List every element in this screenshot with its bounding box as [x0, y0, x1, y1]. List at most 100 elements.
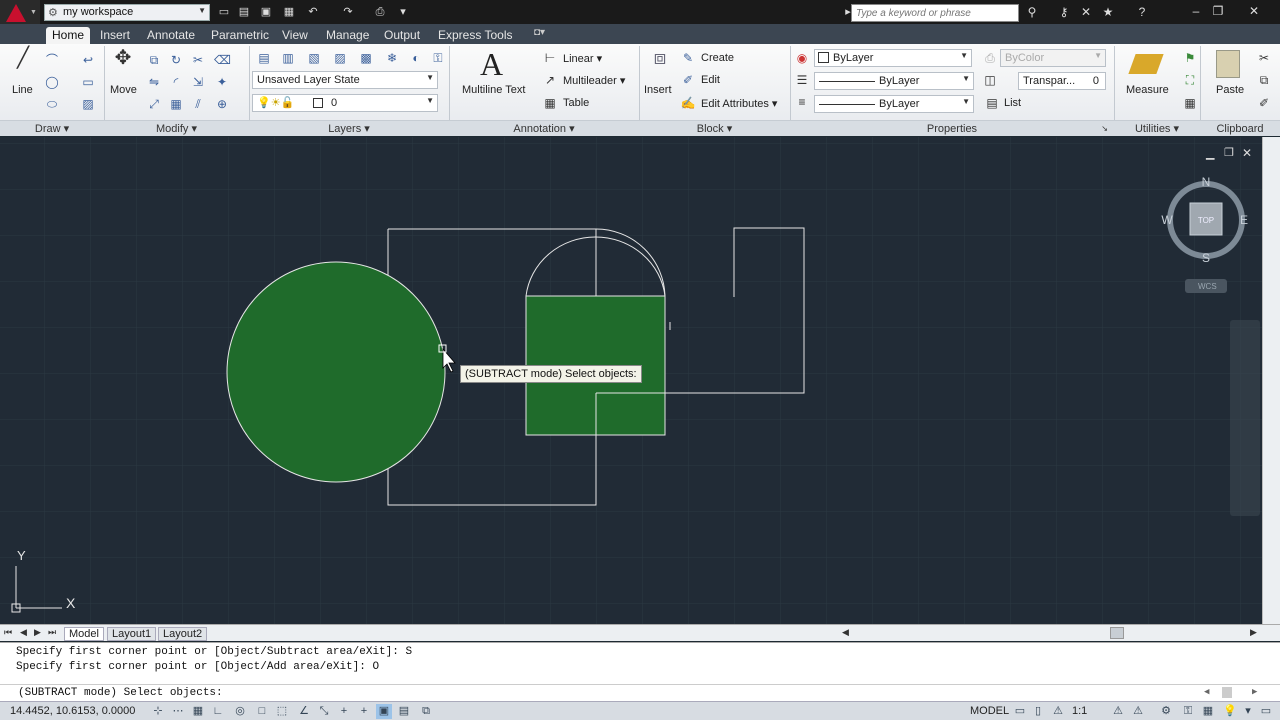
layers-panel-title[interactable]: Layers ▾	[249, 120, 449, 136]
array-icon[interactable]: ▦	[168, 96, 184, 112]
quick-view-layouts-icon[interactable]: ▭	[1012, 704, 1028, 719]
hatch-icon[interactable]: ▨	[80, 96, 96, 112]
auto-scale-icon[interactable]: ⚠	[1130, 704, 1146, 719]
cursor-coordinates[interactable]: 14.4452, 10.6153, 0.0000	[10, 705, 135, 717]
current-layer-dropdown[interactable]: 💡☀🔓 0 ▼	[252, 94, 438, 112]
ducs-icon[interactable]: ⤡	[316, 704, 332, 719]
open-file-icon[interactable]: ▤	[236, 4, 252, 20]
horizontal-scroll-thumb[interactable]	[1110, 627, 1124, 639]
search-input[interactable]	[851, 4, 1019, 22]
viewport-close-icon[interactable]: ✕	[1242, 146, 1252, 160]
key-icon[interactable]: ⚷	[1056, 4, 1072, 20]
annotation-panel-title[interactable]: Annotation ▾	[449, 120, 639, 136]
scale-icon[interactable]: ⤢	[146, 96, 162, 112]
measure-button[interactable]: Measure	[1126, 84, 1169, 96]
circle-icon[interactable]: ◯	[44, 74, 60, 90]
infer-constraints-icon[interactable]: ⊹	[150, 704, 166, 719]
ellipse-icon[interactable]: ⬭	[44, 96, 60, 112]
last-tab-icon[interactable]: ⏭	[48, 627, 56, 638]
properties-panel-title[interactable]: Properties ↘	[790, 120, 1114, 136]
layout-tab-model[interactable]: Model	[64, 627, 104, 641]
edit-attributes-button[interactable]: Edit Attributes ▾	[701, 97, 777, 110]
layer-freeze-icon[interactable]: ❄	[384, 50, 400, 66]
first-tab-icon[interactable]: ⏮	[4, 627, 12, 638]
tab-view[interactable]: View	[276, 27, 314, 44]
modify-panel-title[interactable]: Modify ▾	[104, 120, 249, 136]
minimize-icon[interactable]: –	[1186, 2, 1206, 20]
layout-tab-layout2[interactable]: Layout2	[158, 627, 208, 641]
join-icon[interactable]: ⊕	[214, 96, 230, 112]
snap-mode-icon[interactable]: ⋯	[170, 704, 186, 719]
tab-output[interactable]: Output	[378, 27, 426, 44]
calculator-icon[interactable]: ▦	[1182, 95, 1198, 111]
copy-clip-icon[interactable]: ⧉	[1256, 72, 1272, 88]
multiline-text-button[interactable]: Multiline Text	[462, 84, 525, 96]
insert-button[interactable]: Insert	[644, 84, 672, 96]
erase-icon[interactable]: ⌫	[214, 52, 231, 68]
linetype-dropdown[interactable]: ByLayer ▼	[814, 72, 974, 90]
table-button[interactable]: Table	[563, 97, 589, 109]
viewport-restore-icon[interactable]: ❐	[1224, 146, 1234, 159]
scroll-right-icon[interactable]: ▶	[1250, 627, 1257, 638]
redo-icon[interactable]: ↷	[340, 4, 356, 20]
rotate-icon[interactable]: ↻	[168, 52, 184, 68]
transparency-toggle-icon[interactable]: ▣	[376, 704, 392, 719]
object-snap-icon[interactable]: □	[254, 704, 270, 719]
status-menu-icon[interactable]: ▾	[1240, 704, 1256, 719]
navigation-bar[interactable]	[1230, 320, 1260, 516]
new-file-icon[interactable]: ▭	[216, 4, 232, 20]
workspace-selector[interactable]: ⚙ my workspace ▼	[44, 4, 210, 21]
quick-properties-icon[interactable]: ▤	[396, 704, 412, 719]
move-button[interactable]: Move	[110, 84, 137, 96]
tab-annotate[interactable]: Annotate	[141, 27, 201, 44]
paste-button[interactable]: Paste	[1216, 84, 1244, 96]
selection-cycling-icon[interactable]: ⧉	[418, 704, 434, 719]
plot-icon[interactable]: ⎙	[372, 4, 388, 20]
3d-osnap-icon[interactable]: ⬚	[274, 704, 290, 719]
clean-screen-icon[interactable]: ▭	[1258, 704, 1274, 719]
cmd-scroll-thumb[interactable]	[1222, 687, 1232, 698]
layer-lock-icon[interactable]: ⚿	[430, 50, 446, 66]
layer-match-icon[interactable]: ▥	[280, 50, 296, 66]
isolate-objects-icon[interactable]: 💡	[1222, 704, 1238, 719]
block-panel-title[interactable]: Block ▾	[639, 120, 790, 136]
polyline-icon[interactable]: ⌒	[44, 52, 60, 68]
create-block-button[interactable]: Create	[701, 52, 734, 64]
transparency-field[interactable]: Transpar... 0	[1018, 72, 1106, 90]
quick-select-icon[interactable]: ⚑	[1182, 50, 1198, 66]
layer-unisolate-icon[interactable]: ▩	[358, 50, 374, 66]
line-button[interactable]: Line	[12, 84, 33, 96]
green-circle-region[interactable]	[226, 261, 446, 483]
help-icon[interactable]: ?	[1134, 4, 1150, 20]
clipboard-panel-title[interactable]: Clipboard	[1200, 120, 1280, 136]
dynamic-input-icon[interactable]: +	[336, 704, 352, 719]
close-icon[interactable]: ✕	[1244, 2, 1264, 20]
cmd-scroll-left-icon[interactable]: ◀	[1204, 687, 1209, 697]
quick-view-drawings-icon[interactable]: ▯	[1030, 704, 1046, 719]
select-all-icon[interactable]: ⛶	[1182, 72, 1198, 88]
match-prop-icon[interactable]: ✐	[1256, 95, 1272, 111]
next-tab-icon[interactable]: ▶	[34, 627, 41, 638]
object-snap-tracking-icon[interactable]: ∠	[296, 704, 312, 719]
tab-home[interactable]: Home	[46, 27, 91, 44]
layout-tab-layout1[interactable]: Layout1	[107, 627, 157, 641]
draw-panel-title[interactable]: Draw ▾	[0, 120, 104, 136]
application-menu-button[interactable]: ▼	[0, 0, 40, 26]
scroll-left-icon[interactable]: ◀	[842, 627, 849, 638]
tab-parametric[interactable]: Parametric	[205, 27, 275, 44]
plotstyle-dropdown[interactable]: ByColor ▼	[1000, 49, 1106, 67]
color-dropdown[interactable]: ByLayer ▼	[814, 49, 972, 67]
cmd-scroll-right-icon[interactable]: ▶	[1252, 687, 1257, 697]
hardware-acceleration-icon[interactable]: ▦	[1200, 704, 1216, 719]
layer-properties-icon[interactable]: ▤	[256, 50, 272, 66]
layer-state-dropdown[interactable]: Unsaved Layer State ▼	[252, 71, 438, 89]
copy-icon[interactable]: ⧉	[146, 52, 162, 68]
lineweight-dropdown[interactable]: ByLayer ▼	[814, 95, 974, 113]
tab-insert[interactable]: Insert	[94, 27, 136, 44]
annotation-scale-icon[interactable]: ⚠	[1050, 704, 1066, 719]
layer-off-icon[interactable]: ◐	[408, 50, 424, 66]
toolbar-lock-icon[interactable]: ⚿	[1180, 704, 1196, 719]
cut-icon[interactable]: ✂	[1256, 50, 1272, 66]
model-space-button[interactable]: MODEL	[970, 705, 1009, 717]
explode-icon[interactable]: ✦	[214, 74, 230, 90]
